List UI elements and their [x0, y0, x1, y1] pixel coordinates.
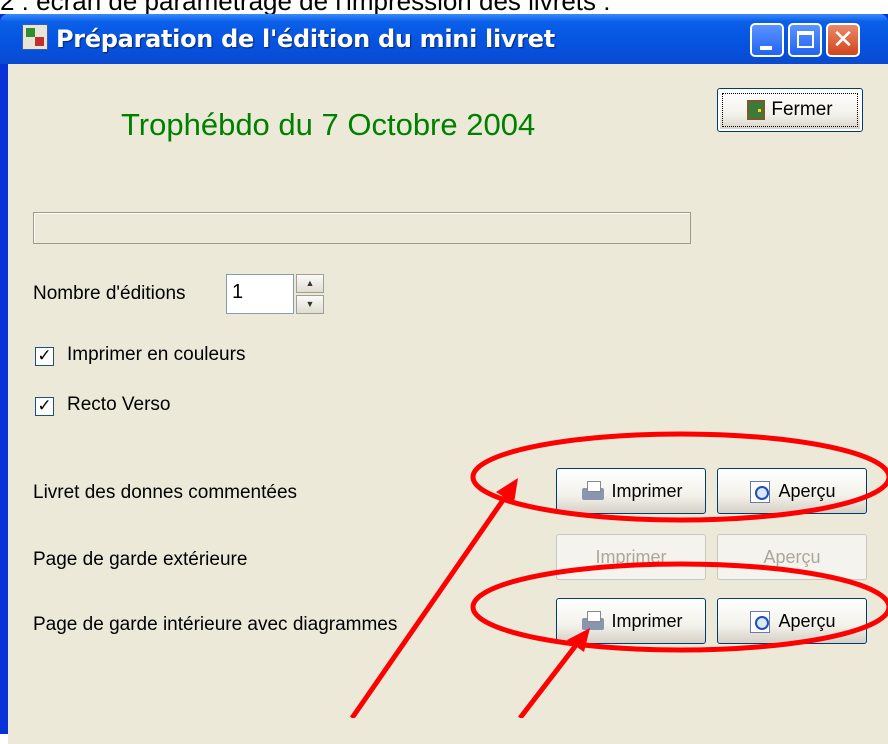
dialog-body: Trophébdo du 7 Octobre 2004 Fermer Nombr…	[8, 64, 888, 744]
dialog-window: Préparation de l'édition du mini livret …	[0, 14, 888, 744]
editions-spinner: ▲ ▼	[296, 274, 324, 314]
duplex-label: Recto Verso	[67, 394, 171, 415]
row-label-livret: Livret des donnes commentées	[33, 482, 298, 503]
editions-count-input[interactable]: 1	[226, 274, 294, 314]
color-print-label: Imprimer en couleurs	[67, 344, 246, 365]
maximize-icon	[797, 31, 814, 48]
apercu-livret-button[interactable]: Aperçu	[717, 468, 867, 514]
imprimer-livret-button[interactable]: Imprimer	[556, 468, 706, 514]
apercu-label: Aperçu	[778, 610, 836, 631]
printer-icon	[580, 610, 606, 632]
fermer-button[interactable]: Fermer	[717, 88, 863, 132]
apercu-label: Aperçu	[763, 546, 821, 567]
row-label-garde-interieure: Page de garde intérieure avec diagrammes	[33, 614, 398, 635]
focus-rectangle	[722, 93, 858, 127]
title-bar[interactable]: Préparation de l'édition du mini livret …	[0, 14, 888, 64]
spin-down-arrow-icon[interactable]: ▼	[296, 295, 324, 314]
imprimer-label: Imprimer	[611, 610, 683, 631]
spin-up-arrow-icon[interactable]: ▲	[296, 274, 324, 293]
imprimer-garde-exterieure-button[interactable]: Imprimer	[556, 534, 706, 580]
progress-bar	[33, 212, 691, 244]
window-title: Préparation de l'édition du mini livret	[56, 25, 555, 53]
imprimer-label: Imprimer	[611, 480, 683, 501]
close-icon: ✕	[832, 25, 854, 55]
edition-heading: Trophébdo du 7 Octobre 2004	[121, 107, 536, 142]
duplex-checkbox[interactable]: ✓	[35, 397, 54, 416]
apercu-label: Aperçu	[778, 480, 836, 501]
imprimer-garde-interieure-button[interactable]: Imprimer	[556, 598, 706, 644]
minimize-button[interactable]	[750, 23, 784, 57]
magnify-icon	[748, 609, 772, 633]
app-icon[interactable]	[22, 24, 48, 50]
door-exit-icon	[747, 100, 766, 120]
printer-icon	[580, 480, 606, 502]
maximize-button[interactable]	[788, 23, 822, 57]
editions-label: Nombre d'éditions	[33, 283, 186, 304]
row-label-garde-exterieure: Page de garde extérieure	[33, 549, 248, 570]
apercu-garde-exterieure-button[interactable]: Aperçu	[717, 534, 867, 580]
imprimer-label: Imprimer	[595, 546, 667, 567]
close-window-button[interactable]: ✕	[826, 23, 860, 57]
color-print-checkbox[interactable]: ✓	[35, 347, 54, 366]
apercu-garde-interieure-button[interactable]: Aperçu	[717, 598, 867, 644]
magnify-icon	[748, 479, 772, 503]
minimize-icon	[760, 46, 772, 50]
